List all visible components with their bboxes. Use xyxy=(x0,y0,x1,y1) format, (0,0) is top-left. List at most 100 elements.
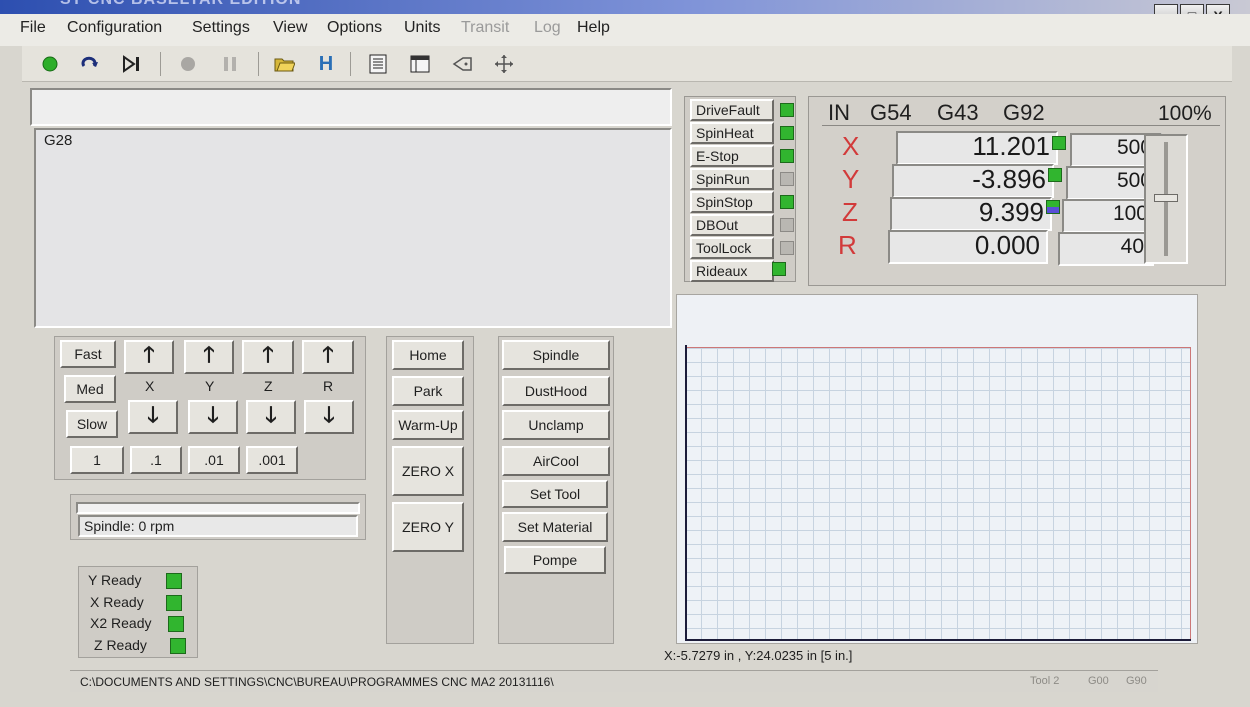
speed-fast-button[interactable]: Fast xyxy=(60,340,116,368)
axis-x-label: X xyxy=(842,131,860,161)
signal-spinheat[interactable]: SpinHeat xyxy=(690,122,774,144)
jog-r-label: R xyxy=(323,378,334,394)
led-estop xyxy=(780,149,794,163)
gcode-line: G28 xyxy=(44,132,73,149)
zero-y-button[interactable]: ZERO Y xyxy=(392,502,464,552)
step-0.01-button[interactable]: .01 xyxy=(188,446,240,474)
run-icon[interactable] xyxy=(36,50,64,78)
open-folder-icon[interactable] xyxy=(270,50,298,78)
axis-r-feed[interactable]: 40 xyxy=(1058,232,1154,266)
axis-r-position[interactable]: 0.000 xyxy=(888,230,1048,264)
signal-drivefault[interactable]: DriveFault xyxy=(690,99,774,121)
ready-y-led xyxy=(166,573,182,589)
pause-icon[interactable] xyxy=(216,50,244,78)
signal-toollock[interactable]: ToolLock xyxy=(690,237,774,259)
mode-g54: G54 xyxy=(870,100,912,125)
set-tool-button[interactable]: Set Tool xyxy=(502,480,608,508)
axis-z-led xyxy=(1046,200,1060,214)
menu-help[interactable]: Help xyxy=(577,19,610,37)
status-tool: Tool 2 xyxy=(1030,675,1060,687)
menu-view[interactable]: View xyxy=(273,19,307,37)
status-gmode-2: G90 xyxy=(1126,675,1147,687)
axis-z-label: Z xyxy=(842,197,858,227)
menu-bar: File Configuration Settings View Options… xyxy=(0,14,1250,46)
jog-z-plus-button[interactable]: 🡑 xyxy=(242,340,294,374)
axis-y-position[interactable]: -3.896 xyxy=(892,164,1054,198)
ready-x2-led xyxy=(168,616,184,632)
toolpath-preview[interactable] xyxy=(676,294,1198,644)
led-spinheat xyxy=(780,126,794,140)
ready-x-label: X Ready xyxy=(90,594,144,610)
speed-med-button[interactable]: Med xyxy=(64,375,116,403)
mode-g43: G43 xyxy=(937,100,979,125)
menu-transit[interactable]: Transit xyxy=(461,19,509,37)
jog-y-plus-button[interactable]: 🡑 xyxy=(184,340,234,374)
warm-up-button[interactable]: Warm-Up xyxy=(392,410,464,440)
step-0.1-button[interactable]: .1 xyxy=(130,446,182,474)
zero-x-button[interactable]: ZERO X xyxy=(392,446,464,496)
jog-z-minus-button[interactable]: 🡓 xyxy=(246,400,296,434)
axis-x-position[interactable]: 11.201 xyxy=(896,131,1058,165)
preview-coords: X:-5.7279 in , Y:24.0235 in [5 in.] xyxy=(664,648,853,663)
signal-spinrun[interactable]: SpinRun xyxy=(690,168,774,190)
toolbar: H xyxy=(22,46,1232,82)
ready-x-led xyxy=(166,595,182,611)
signal-spinstop[interactable]: SpinStop xyxy=(690,191,774,213)
signal-estop[interactable]: E-Stop xyxy=(690,145,774,167)
slider-thumb[interactable] xyxy=(1154,194,1178,202)
spindle-status-text: Spindle: 0 rpm xyxy=(84,518,175,534)
status-gmode-1: G00 xyxy=(1088,675,1109,687)
home-icon[interactable]: H xyxy=(312,50,340,78)
ready-z-led xyxy=(170,638,186,654)
move-icon[interactable] xyxy=(490,50,518,78)
ready-x2-label: X2 Ready xyxy=(90,615,152,631)
ready-z-label: Z Ready xyxy=(94,637,147,653)
preview-grid xyxy=(685,347,1191,639)
menu-settings[interactable]: Settings xyxy=(192,19,250,37)
tool-shape-icon[interactable] xyxy=(448,50,476,78)
listing-icon[interactable] xyxy=(364,50,392,78)
signal-dbout[interactable]: DBOut xyxy=(690,214,774,236)
jog-x-plus-button[interactable]: 🡑 xyxy=(124,340,174,374)
speed-slow-button[interactable]: Slow xyxy=(66,410,118,438)
menu-configuration[interactable]: Configuration xyxy=(67,19,162,37)
mode-g92: G92 xyxy=(1003,100,1045,125)
menu-file[interactable]: File xyxy=(20,19,46,37)
aircool-button[interactable]: AirCool xyxy=(502,446,610,476)
jog-x-minus-button[interactable]: 🡓 xyxy=(128,400,178,434)
led-dbout xyxy=(780,218,794,232)
step-1-button[interactable]: 1 xyxy=(70,446,124,474)
axis-z-position[interactable]: 9.399 xyxy=(890,197,1052,231)
axis-y-led xyxy=(1048,168,1062,182)
jog-r-minus-button[interactable]: 🡓 xyxy=(304,400,354,434)
step-icon[interactable] xyxy=(118,50,146,78)
spindle-button[interactable]: Spindle xyxy=(502,340,610,370)
pompe-button[interactable]: Pompe xyxy=(504,546,606,574)
led-drivefault xyxy=(780,103,794,117)
jog-y-label: Y xyxy=(205,378,215,394)
set-material-button[interactable]: Set Material xyxy=(502,512,608,542)
park-button[interactable]: Park xyxy=(392,376,464,406)
window-icon[interactable] xyxy=(406,50,434,78)
feed-override-slider[interactable] xyxy=(1144,134,1188,264)
mdi-input[interactable] xyxy=(30,88,672,126)
menu-units[interactable]: Units xyxy=(404,19,440,37)
stop-icon[interactable] xyxy=(174,50,202,78)
gcode-display[interactable]: G28 xyxy=(34,128,672,328)
menu-log[interactable]: Log xyxy=(534,19,561,37)
signal-rideaux[interactable]: Rideaux xyxy=(690,260,774,282)
mode-units: IN xyxy=(828,100,850,125)
jog-x-label: X xyxy=(145,378,155,394)
menu-options[interactable]: Options xyxy=(327,19,382,37)
jog-y-minus-button[interactable]: 🡓 xyxy=(188,400,238,434)
jog-r-plus-button[interactable]: 🡑 xyxy=(302,340,354,374)
redo-icon[interactable] xyxy=(76,50,104,78)
dusthood-button[interactable]: DustHood xyxy=(502,376,610,406)
unclamp-button[interactable]: Unclamp xyxy=(502,410,610,440)
home-button[interactable]: Home xyxy=(392,340,464,370)
led-toollock xyxy=(780,241,794,255)
led-rideaux xyxy=(772,262,786,276)
jog-z-label: Z xyxy=(264,378,273,394)
step-0.001-button[interactable]: .001 xyxy=(246,446,298,474)
ready-y-label: Y Ready xyxy=(88,572,142,588)
